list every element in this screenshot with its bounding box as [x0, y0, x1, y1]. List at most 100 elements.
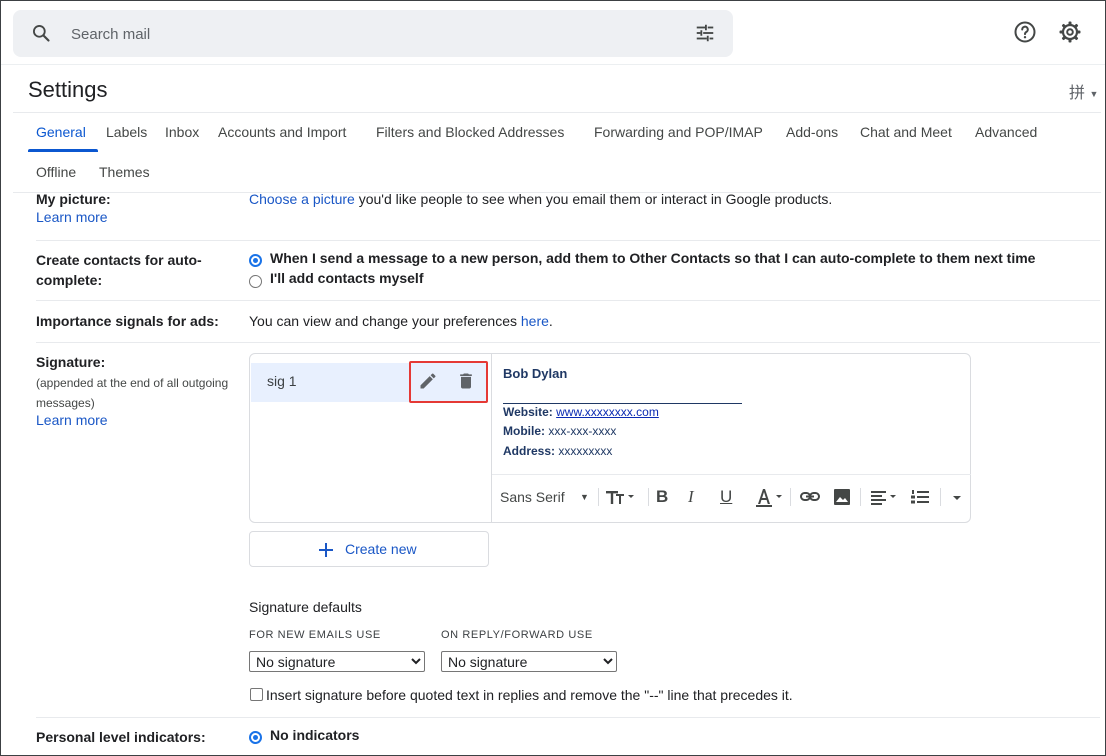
divider: [492, 474, 971, 475]
text-size-icon: [606, 491, 634, 504]
reply-forward-signature-select[interactable]: No signature: [441, 651, 617, 672]
signature-learn-more-link[interactable]: Learn more: [36, 412, 108, 428]
signature-editor: sig 1 Bob Dylan Website: www.xxxxxxxx.co…: [249, 353, 971, 523]
signature-list-item[interactable]: sig 1: [251, 361, 488, 403]
numbered-list-icon[interactable]: [909, 484, 931, 510]
search-icon[interactable]: [31, 23, 51, 48]
plus-icon: [318, 542, 334, 563]
tab-chat-and-meet[interactable]: Chat and Meet: [860, 124, 952, 140]
tab-forwarding[interactable]: Forwarding and POP/IMAP: [594, 124, 763, 140]
align-left-icon: [871, 491, 896, 505]
no-indicators-option[interactable]: No indicators: [270, 727, 359, 743]
signature-defaults-title: Signature defaults: [249, 599, 362, 615]
signature-name: sig 1: [267, 373, 297, 389]
top-bar: [1, 1, 1105, 65]
input-tools-label: 拼: [1069, 85, 1086, 102]
insert-before-quoted-checkbox[interactable]: [250, 688, 263, 701]
divider: [13, 112, 1101, 113]
search-bar[interactable]: [13, 10, 733, 57]
contacts-manual-radio[interactable]: [249, 275, 262, 288]
tab-labels[interactable]: Labels: [106, 124, 147, 140]
divider: [860, 488, 861, 506]
help-icon[interactable]: [1013, 20, 1037, 49]
divider: [36, 717, 1100, 718]
divider: [491, 354, 492, 522]
page-title: Settings: [28, 77, 108, 102]
search-input[interactable]: [69, 22, 669, 46]
contacts-manual-option[interactable]: I'll add contacts myself: [270, 270, 424, 286]
new-emails-label: FOR NEW EMAILS USE: [249, 629, 381, 641]
tab-general[interactable]: General: [36, 124, 86, 140]
importance-text: You can view and change your preferences: [249, 313, 521, 329]
create-contacts-label: Create contacts for auto-complete:: [36, 250, 202, 290]
signature-sublabel-line1: (appended at the end of all outgoing: [36, 376, 229, 390]
tab-add-ons[interactable]: Add-ons: [786, 124, 838, 140]
divider: [940, 488, 941, 506]
search-options-icon[interactable]: [694, 22, 716, 49]
contacts-auto-option[interactable]: When I send a message to a new person, a…: [270, 250, 1035, 266]
input-tools-button[interactable]: 拼 ▼: [1069, 79, 1098, 103]
create-new-signature-button[interactable]: Create new: [249, 531, 489, 567]
chevron-down-icon: [953, 496, 961, 500]
signature-preview[interactable]: Bob Dylan Website: www.xxxxxxxx.com Mobi…: [503, 364, 742, 462]
mobile-label: Mobile:: [503, 424, 545, 438]
my-picture-label: My picture:: [36, 191, 111, 207]
text-color-button[interactable]: [752, 484, 786, 510]
signature-preview-website: Website: www.xxxxxxxx.com: [503, 403, 659, 423]
chevron-down-icon: ▼: [580, 492, 589, 502]
contacts-auto-radio[interactable]: [249, 254, 262, 267]
create-new-label: Create new: [345, 541, 417, 557]
active-tab-indicator: [28, 149, 98, 152]
divider: [36, 300, 1100, 301]
link-icon[interactable]: [799, 484, 821, 510]
signature-preview-rule: [503, 403, 742, 404]
signature-sublabel-line2: messages): [36, 396, 95, 410]
align-button[interactable]: [868, 484, 902, 510]
trash-icon[interactable]: [456, 371, 476, 396]
tab-filters[interactable]: Filters and Blocked Addresses: [376, 124, 564, 140]
gear-icon[interactable]: [1058, 20, 1082, 49]
italic-icon[interactable]: I: [688, 484, 708, 510]
signature-label: Signature:: [36, 354, 106, 370]
signature-actions-highlight: [409, 361, 488, 403]
divider: [648, 488, 649, 506]
address-value: xxxxxxxxx: [558, 443, 613, 458]
tab-accounts-and-import[interactable]: Accounts and Import: [218, 124, 346, 140]
website-link[interactable]: www.xxxxxxxx.com: [556, 405, 659, 419]
website-label: Website:: [503, 404, 553, 419]
importance-period: .: [548, 313, 553, 329]
tab-advanced[interactable]: Advanced: [975, 124, 1037, 140]
mobile-value: xxx-xxx-xxxx: [548, 424, 617, 438]
signature-preview-name: Bob Dylan: [503, 366, 568, 381]
signature-preview-address: Address: xxxxxxxxx: [503, 442, 659, 462]
font-family-select[interactable]: Sans Serif ▼: [500, 484, 595, 510]
my-picture-text: you'd like people to see when you email …: [354, 191, 833, 207]
underline-icon[interactable]: U: [720, 484, 740, 510]
more-formatting-button[interactable]: [948, 484, 966, 510]
tab-themes[interactable]: Themes: [99, 164, 150, 180]
text-color-icon: [756, 489, 782, 507]
preferences-here-link[interactable]: here: [521, 313, 549, 329]
font-family-value: Sans Serif: [500, 489, 565, 505]
tab-inbox[interactable]: Inbox: [165, 124, 199, 140]
choose-picture-link[interactable]: Choose a picture: [249, 191, 355, 207]
divider: [36, 240, 1100, 241]
image-icon[interactable]: [831, 484, 853, 510]
create-contacts-label-line1: Create contacts for auto-: [36, 252, 202, 268]
divider: [36, 342, 1100, 343]
no-indicators-radio[interactable]: [249, 731, 262, 744]
signature-sublabel: (appended at the end of all outgoing mess…: [36, 373, 228, 413]
pencil-icon[interactable]: [418, 371, 438, 396]
importance-signals-description: You can view and change your preferences…: [249, 311, 553, 331]
my-picture-learn-more-link[interactable]: Learn more: [36, 209, 108, 225]
new-emails-signature-select[interactable]: No signature: [249, 651, 425, 672]
my-picture-description: Choose a picture you'd like people to se…: [249, 189, 832, 209]
insert-before-quoted-label[interactable]: Insert signature before quoted text in r…: [266, 687, 793, 703]
reply-forward-label: ON REPLY/FORWARD USE: [441, 629, 593, 641]
personal-level-indicators-label: Personal level indicators:: [36, 729, 206, 745]
tab-offline[interactable]: Offline: [36, 164, 76, 180]
create-contacts-label-line2: complete:: [36, 272, 103, 288]
divider: [790, 488, 791, 506]
font-size-button[interactable]: [604, 484, 644, 510]
bold-icon[interactable]: B: [656, 484, 676, 510]
